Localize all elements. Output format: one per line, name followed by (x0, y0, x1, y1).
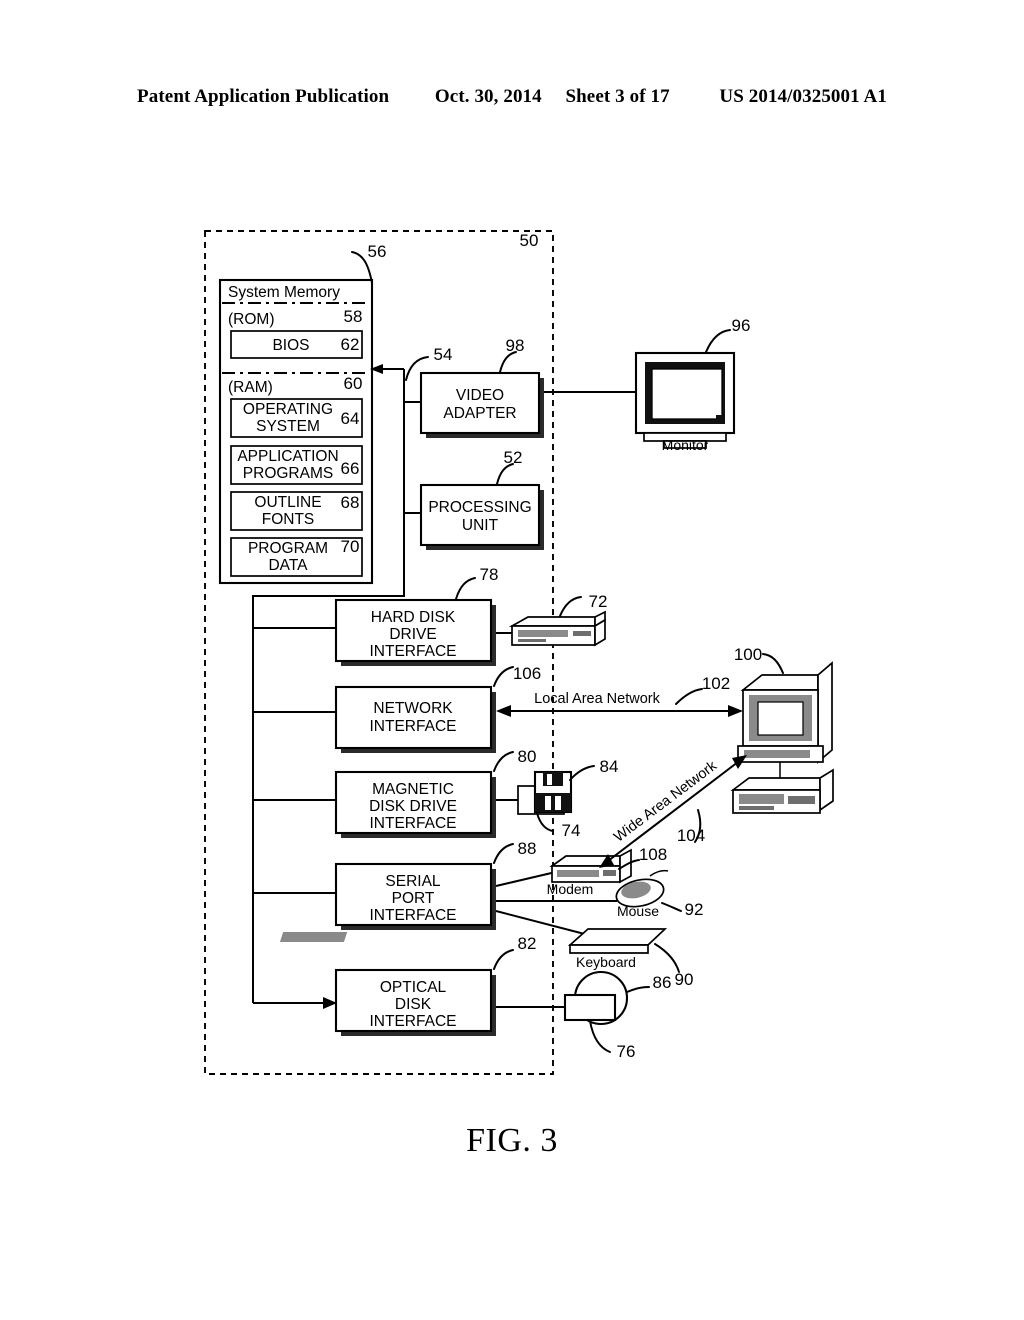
leader-90 (654, 943, 680, 973)
leader-86 (626, 986, 650, 993)
ref-80: 80 (518, 747, 537, 766)
ref-106: 106 (513, 664, 541, 683)
serial-port-interface-label-3: INTERFACE (370, 907, 457, 924)
leader-96 (705, 329, 731, 353)
ref-70: 70 (341, 537, 360, 556)
program-data-label-1: PROGRAM (248, 540, 328, 557)
lan-arrowhead-right (728, 705, 743, 717)
leader-92 (661, 902, 682, 912)
ref-98: 98 (506, 336, 525, 355)
video-adapter-label-2: ADAPTER (443, 405, 516, 422)
ref-54: 54 (434, 345, 453, 364)
leader-76 (589, 1020, 611, 1053)
leader-84 (569, 765, 595, 781)
hard-disk-interface-label-1: HARD DISK (371, 609, 456, 626)
hard-disk-drive-icon (508, 610, 606, 647)
hard-disk-interface-label-2: DRIVE (389, 626, 436, 643)
remote-drive-icon (730, 768, 834, 814)
monitor-icon (634, 351, 736, 449)
optical-disk-interface-label-2: DISK (395, 996, 432, 1013)
ref-102: 102 (702, 674, 730, 693)
ref-104: 104 (677, 826, 705, 845)
optical-drive-icon (563, 993, 617, 1022)
leader-106 (493, 666, 514, 687)
processing-unit-label-1: PROCESSING (428, 499, 531, 516)
leader-88 (493, 843, 514, 864)
mouse-label: Mouse (617, 903, 659, 919)
serial-port-interface-label-1: SERIAL (385, 873, 441, 890)
ref-60: 60 (344, 374, 363, 393)
keyboard-icon (279, 928, 668, 954)
lan-label: Local Area Network (534, 691, 660, 707)
wan-line (607, 761, 739, 862)
magnetic-disk-interface-label-2: DISK DRIVE (369, 798, 457, 815)
ref-84: 84 (600, 757, 619, 776)
ref-56: 56 (368, 242, 387, 261)
ref-64: 64 (341, 409, 360, 428)
outline-fonts-label-1: OUTLINE (254, 494, 321, 511)
ref-88: 88 (518, 839, 537, 858)
leader-100 (762, 653, 784, 674)
modem-icon (549, 848, 632, 884)
network-interface-label-2: INTERFACE (370, 718, 457, 735)
ref-50: 50 (520, 231, 539, 250)
optical-disk-interface-label-1: OPTICAL (380, 979, 447, 996)
ref-86: 86 (653, 973, 672, 992)
optical-disk-interface-label-3: INTERFACE (370, 1013, 457, 1030)
serial-port-interface-label-2: PORT (392, 890, 435, 907)
bus-arrowhead-optical (323, 997, 337, 1009)
network-interface-label-1: NETWORK (373, 700, 453, 717)
leader-80 (493, 751, 514, 772)
video-adapter-label-1: VIDEO (456, 387, 504, 404)
ref-108: 108 (639, 845, 667, 864)
application-programs-label-2: PROGRAMS (243, 465, 333, 482)
ref-96: 96 (732, 316, 751, 335)
ref-76: 76 (617, 1042, 636, 1061)
leader-78 (455, 577, 476, 600)
hard-disk-interface-label-3: INTERFACE (370, 643, 457, 660)
keyboard-label: Keyboard (576, 954, 636, 970)
ref-72: 72 (589, 592, 608, 611)
ref-62: 62 (341, 335, 360, 354)
ref-74: 74 (562, 821, 581, 840)
ram-label: (RAM) (228, 379, 273, 396)
ref-100: 100 (734, 645, 762, 664)
lan-arrowhead-left (496, 705, 511, 717)
ref-82: 82 (518, 934, 537, 953)
monitor-label: Monitor (662, 437, 709, 453)
system-memory-title: System Memory (228, 284, 340, 301)
ref-78: 78 (480, 565, 499, 584)
modem-label: Modem (547, 881, 594, 897)
leader-98 (499, 351, 517, 373)
rom-label: (ROM) (228, 311, 275, 328)
operating-system-label-2: SYSTEM (256, 418, 320, 435)
magnetic-disk-interface-label-3: INTERFACE (370, 815, 457, 832)
leader-102 (675, 688, 703, 705)
application-programs-label-1: APPLICATION (237, 448, 338, 465)
ref-58: 58 (344, 307, 363, 326)
leader-74 (536, 812, 554, 832)
ref-52: 52 (504, 448, 523, 467)
program-data-label-2: DATA (268, 557, 308, 574)
magnetic-disk-interface-label-1: MAGNETIC (372, 781, 454, 798)
processing-unit-label-2: UNIT (462, 517, 499, 534)
leader-52 (496, 463, 514, 485)
ref-68: 68 (341, 493, 360, 512)
operating-system-label-1: OPERATING (243, 401, 333, 418)
ref-92: 92 (685, 900, 704, 919)
ref-90: 90 (675, 970, 694, 989)
floppy-disk-icon (533, 770, 573, 814)
bios-label: BIOS (272, 337, 309, 354)
figure-caption: FIG. 3 (0, 1122, 1024, 1160)
remote-computer-icon (737, 661, 833, 764)
leader-72 (559, 596, 582, 617)
leader-82 (493, 949, 514, 970)
figure-caption-text: FIG. 3 (466, 1122, 558, 1159)
ref-66: 66 (341, 459, 360, 478)
outline-fonts-label-2: FONTS (262, 511, 315, 528)
